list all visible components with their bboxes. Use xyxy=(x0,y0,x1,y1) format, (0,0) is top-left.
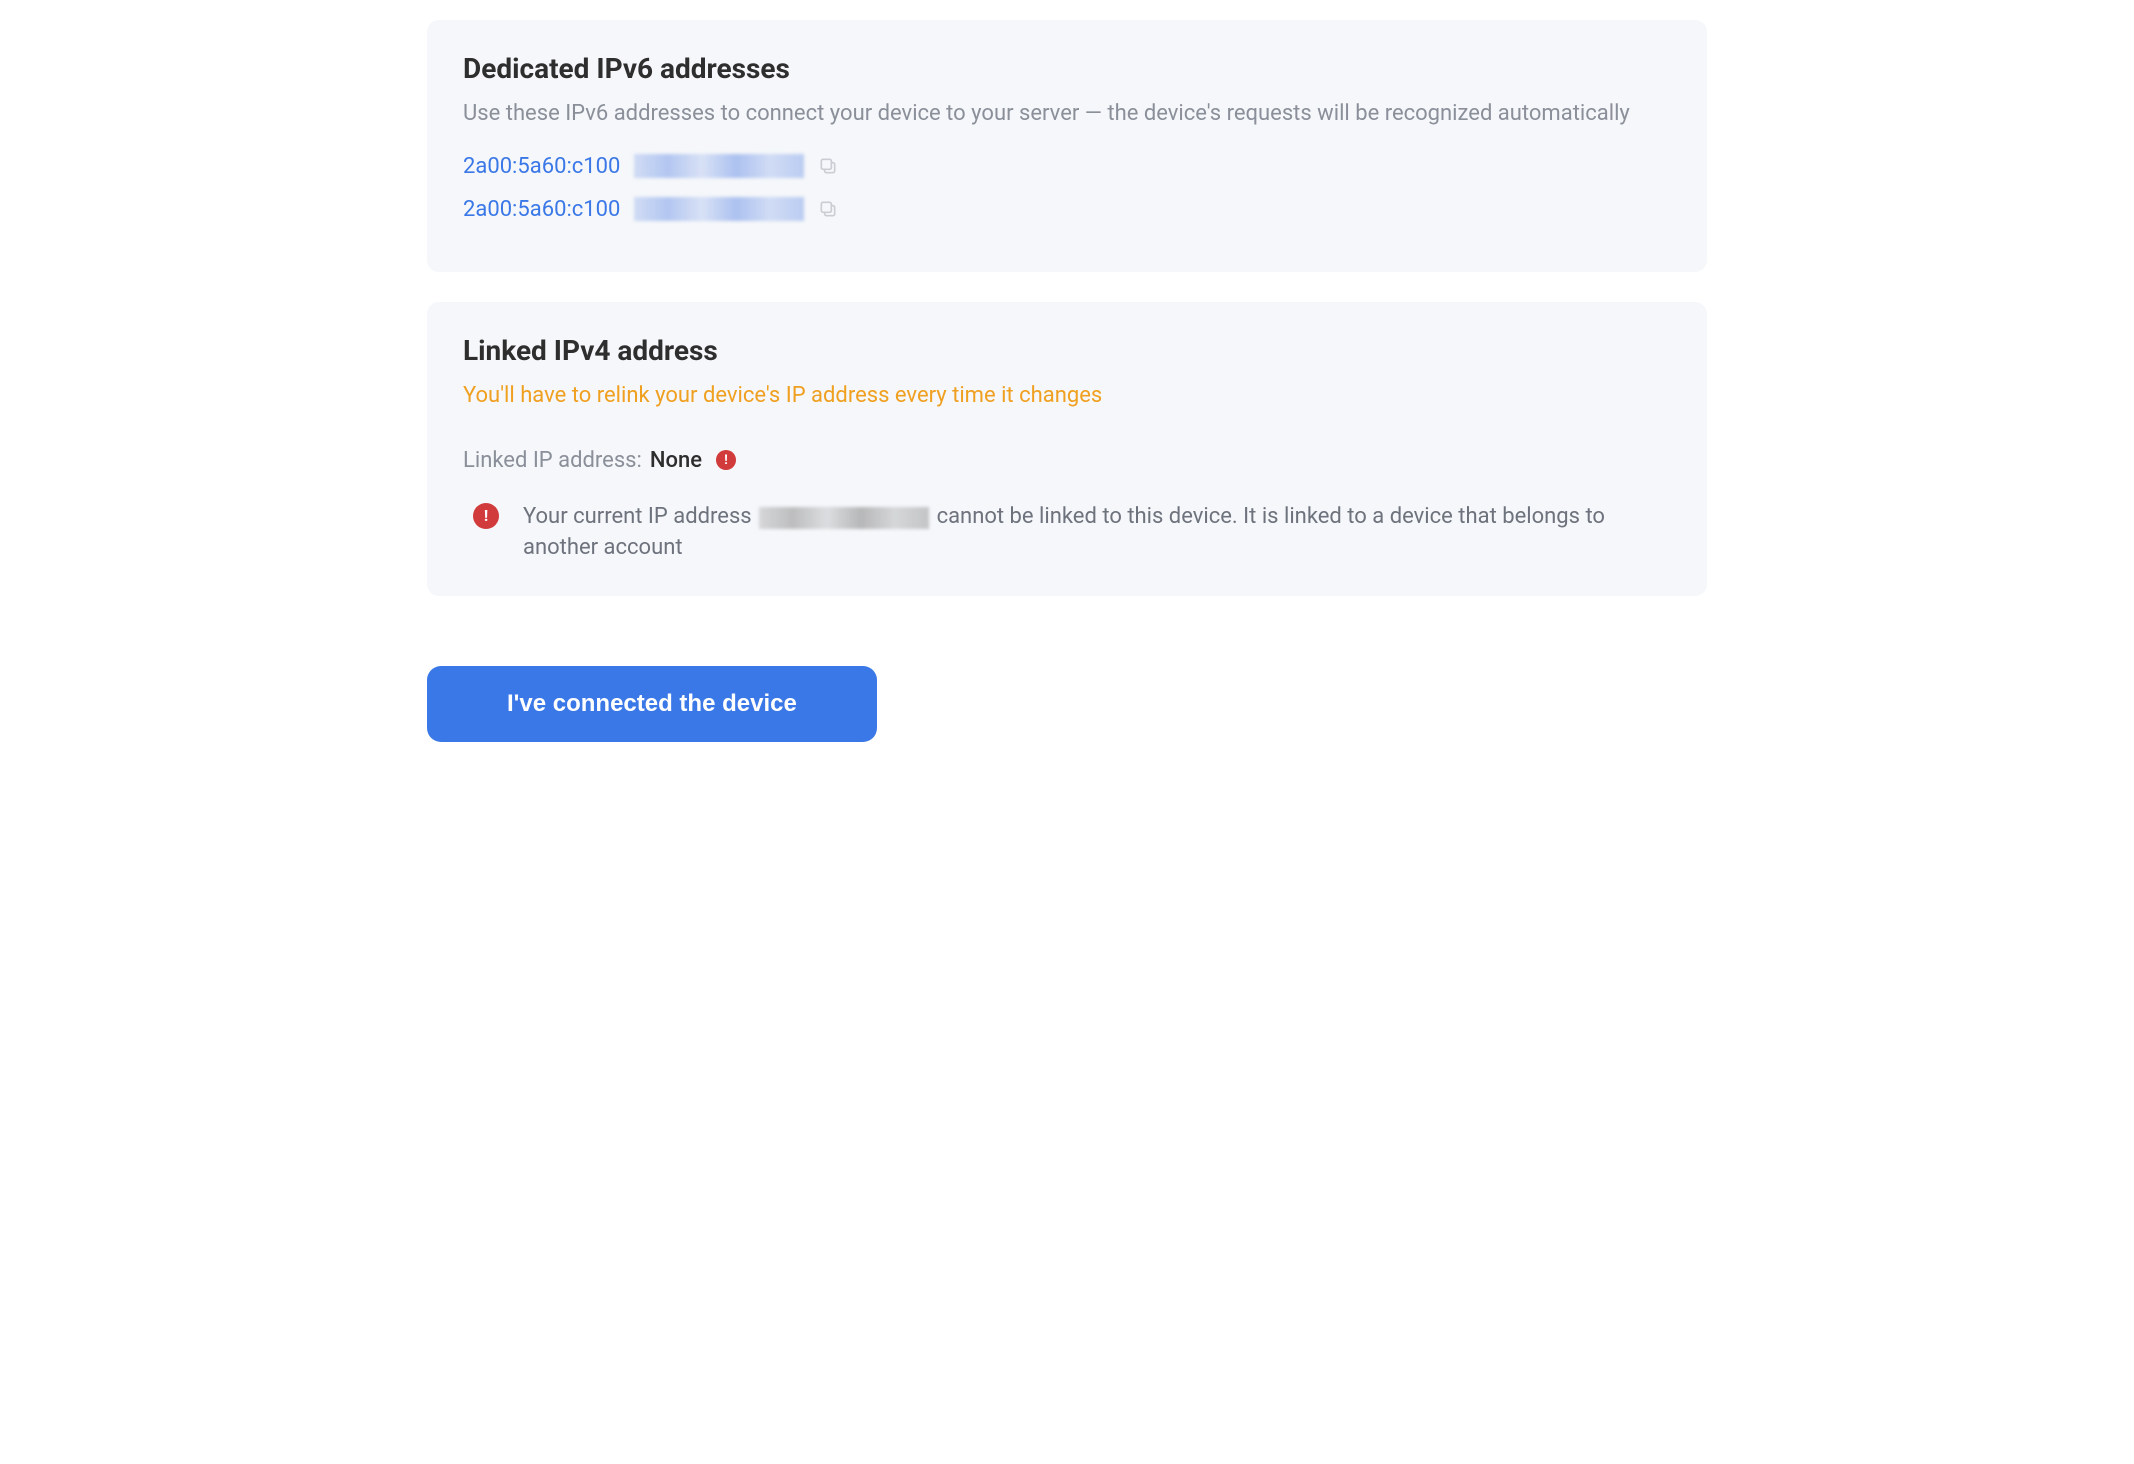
ipv6-card: Dedicated IPv6 addresses Use these IPv6 … xyxy=(427,20,1707,272)
copy-icon[interactable] xyxy=(818,156,838,176)
ipv6-card-subtitle: Use these IPv6 addresses to connect your… xyxy=(463,99,1671,130)
alert-icon: ! xyxy=(716,450,736,470)
ipv4-card-subtitle: You'll have to relink your device's IP a… xyxy=(463,381,1671,412)
ipv6-address-redacted xyxy=(634,197,804,221)
warning-row: ! Your current IP address cannot be link… xyxy=(463,501,1671,565)
ipv6-address-row: 2a00:5a60:c100 xyxy=(463,197,1671,222)
copy-icon[interactable] xyxy=(818,199,838,219)
ipv6-address-redacted xyxy=(634,154,804,178)
warning-text: Your current IP address cannot be linked… xyxy=(523,501,1671,565)
connected-device-button[interactable]: I've connected the device xyxy=(427,666,877,742)
current-ip-redacted xyxy=(759,507,929,529)
warning-text-prefix: Your current IP address xyxy=(523,504,757,529)
ipv4-card: Linked IPv4 address You'll have to relin… xyxy=(427,302,1707,597)
linked-ip-label: Linked IP address: xyxy=(463,448,642,473)
ipv6-address-prefix: 2a00:5a60:c100 xyxy=(463,154,620,179)
ipv6-address-row: 2a00:5a60:c100 xyxy=(463,154,1671,179)
linked-ip-value: None xyxy=(650,448,702,473)
linked-ip-row: Linked IP address: None ! xyxy=(463,448,1671,473)
ipv6-address-prefix: 2a00:5a60:c100 xyxy=(463,197,620,222)
alert-icon: ! xyxy=(473,503,499,529)
ipv4-card-title: Linked IPv4 address xyxy=(463,334,1671,367)
ipv6-card-title: Dedicated IPv6 addresses xyxy=(463,52,1671,85)
